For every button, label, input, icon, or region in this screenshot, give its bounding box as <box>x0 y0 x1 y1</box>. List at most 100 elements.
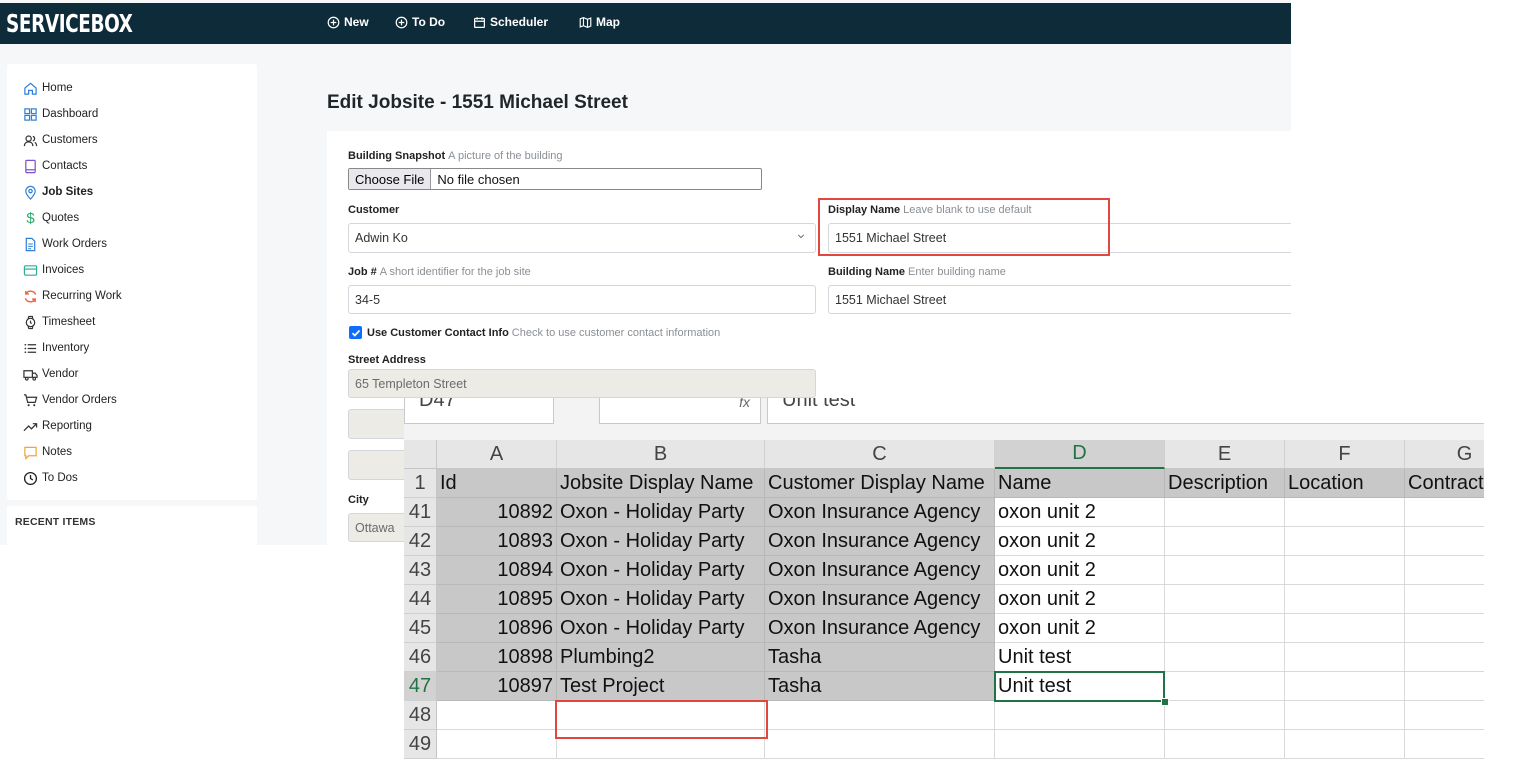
fx-button[interactable]: fx <box>739 398 750 410</box>
customer-select[interactable]: Adwin Ko <box>348 223 816 253</box>
table-cell[interactable] <box>1405 614 1484 643</box>
table-cell[interactable] <box>995 730 1165 759</box>
sidebar-item-customers[interactable]: Customers <box>23 131 98 149</box>
row-header-43[interactable]: 43 <box>404 556 437 585</box>
table-cell[interactable]: 10893 <box>437 527 557 556</box>
column-title-cell[interactable]: Description <box>1165 469 1285 498</box>
nav-todo[interactable]: To Do <box>395 15 445 29</box>
sidebar-item-job-sites[interactable]: Job Sites <box>23 183 93 201</box>
nav-new[interactable]: New <box>327 15 369 29</box>
table-cell[interactable]: Oxon - Holiday Party <box>557 556 765 585</box>
sidebar-item-to-dos[interactable]: To Dos <box>23 469 78 487</box>
table-cell[interactable] <box>1405 498 1484 527</box>
table-cell[interactable] <box>1165 614 1285 643</box>
table-cell[interactable]: Oxon - Holiday Party <box>557 527 765 556</box>
column-title-cell[interactable]: Location <box>1285 469 1405 498</box>
row-header-45[interactable]: 45 <box>404 614 437 643</box>
table-cell[interactable]: 10892 <box>437 498 557 527</box>
sidebar-item-dashboard[interactable]: Dashboard <box>23 105 98 123</box>
table-cell[interactable] <box>1405 527 1484 556</box>
table-cell[interactable] <box>1405 643 1484 672</box>
formula-input[interactable]: Unit test <box>767 398 1484 424</box>
sidebar-item-inventory[interactable]: Inventory <box>23 339 89 357</box>
table-cell[interactable]: Unit test <box>995 643 1165 672</box>
row-header-46[interactable]: 46 <box>404 643 437 672</box>
table-cell[interactable] <box>1285 527 1405 556</box>
table-cell[interactable] <box>1165 672 1285 701</box>
sidebar-item-home[interactable]: Home <box>23 79 73 97</box>
table-cell[interactable] <box>1285 730 1405 759</box>
table-cell[interactable] <box>1285 614 1405 643</box>
snapshot-file-input[interactable]: Choose File No file chosen <box>348 168 762 190</box>
column-header-c[interactable]: C <box>765 440 995 469</box>
table-cell[interactable]: 10894 <box>437 556 557 585</box>
table-cell[interactable]: Oxon - Holiday Party <box>557 498 765 527</box>
building-name-input[interactable]: 1551 Michael Street <box>828 285 1291 314</box>
table-cell[interactable]: Test Project <box>557 672 765 701</box>
table-cell[interactable] <box>1405 556 1484 585</box>
table-cell[interactable]: oxon unit 2 <box>995 527 1165 556</box>
table-cell[interactable] <box>1165 527 1285 556</box>
table-cell[interactable] <box>1285 701 1405 730</box>
column-header-d[interactable]: D <box>995 440 1165 469</box>
table-cell[interactable] <box>765 730 995 759</box>
table-cell[interactable] <box>1405 585 1484 614</box>
row-header-44[interactable]: 44 <box>404 585 437 614</box>
column-title-cell[interactable]: Jobsite Display Name <box>557 469 765 498</box>
app-logo[interactable]: SERVICEBOX <box>6 9 133 38</box>
row-header-42[interactable]: 42 <box>404 527 437 556</box>
table-cell[interactable]: 10896 <box>437 614 557 643</box>
table-cell[interactable]: oxon unit 2 <box>995 556 1165 585</box>
table-cell[interactable]: 10897 <box>437 672 557 701</box>
table-cell[interactable]: oxon unit 2 <box>995 498 1165 527</box>
sidebar-item-reporting[interactable]: Reporting <box>23 417 92 435</box>
table-cell[interactable]: Oxon Insurance Agency <box>765 498 995 527</box>
table-cell[interactable]: Unit test <box>995 672 1165 701</box>
table-cell[interactable] <box>1165 498 1285 527</box>
table-cell[interactable] <box>1165 556 1285 585</box>
table-cell[interactable] <box>1165 730 1285 759</box>
table-cell[interactable]: 10895 <box>437 585 557 614</box>
nav-scheduler[interactable]: Scheduler <box>473 15 548 29</box>
table-cell[interactable]: Plumbing2 <box>557 643 765 672</box>
column-header-f[interactable]: F <box>1285 440 1405 469</box>
row-header-48[interactable]: 48 <box>404 701 437 730</box>
table-cell[interactable] <box>437 730 557 759</box>
table-cell[interactable] <box>995 701 1165 730</box>
column-title-cell[interactable]: Customer Display Name <box>765 469 995 498</box>
sidebar-item-quotes[interactable]: $ Quotes <box>23 209 79 227</box>
table-cell[interactable] <box>1285 556 1405 585</box>
sidebar-item-recurring-work[interactable]: Recurring Work <box>23 287 122 305</box>
nav-map[interactable]: Map <box>579 15 620 29</box>
sidebar-item-vendor[interactable]: Vendor <box>23 365 78 383</box>
sidebar-item-work-orders[interactable]: Work Orders <box>23 235 107 253</box>
table-cell[interactable]: Tasha <box>765 672 995 701</box>
table-cell[interactable]: Oxon - Holiday Party <box>557 614 765 643</box>
table-cell[interactable] <box>1165 701 1285 730</box>
fill-handle[interactable] <box>1161 698 1169 706</box>
sidebar-item-timesheet[interactable]: Timesheet <box>23 313 95 331</box>
table-cell[interactable] <box>1165 585 1285 614</box>
column-header-g[interactable]: G <box>1405 440 1484 469</box>
row-header-47[interactable]: 47 <box>404 672 437 701</box>
row-header-41[interactable]: 41 <box>404 498 437 527</box>
row-header-49[interactable]: 49 <box>404 730 437 759</box>
street-input[interactable]: 65 Templeton Street <box>348 369 816 398</box>
column-header-a[interactable]: A <box>437 440 557 469</box>
table-cell[interactable] <box>1285 585 1405 614</box>
use-contact-checkbox[interactable] <box>349 326 362 339</box>
choose-file-button[interactable]: Choose File <box>349 169 432 189</box>
sidebar-item-vendor-orders[interactable]: Vendor Orders <box>23 391 117 409</box>
use-contact-label[interactable]: Use Customer Contact Info Check to use cu… <box>367 327 720 339</box>
table-cell[interactable]: Oxon Insurance Agency <box>765 585 995 614</box>
table-cell[interactable] <box>1405 730 1484 759</box>
column-title-cell[interactable]: Name <box>995 469 1165 498</box>
sidebar-item-contacts[interactable]: Contacts <box>23 157 87 175</box>
select-all-corner[interactable] <box>404 440 437 469</box>
row-header-1[interactable]: 1 <box>404 469 437 498</box>
sidebar-item-notes[interactable]: Notes <box>23 443 72 461</box>
table-cell[interactable] <box>765 701 995 730</box>
column-header-e[interactable]: E <box>1165 440 1285 469</box>
table-cell[interactable] <box>437 701 557 730</box>
table-cell[interactable]: Tasha <box>765 643 995 672</box>
